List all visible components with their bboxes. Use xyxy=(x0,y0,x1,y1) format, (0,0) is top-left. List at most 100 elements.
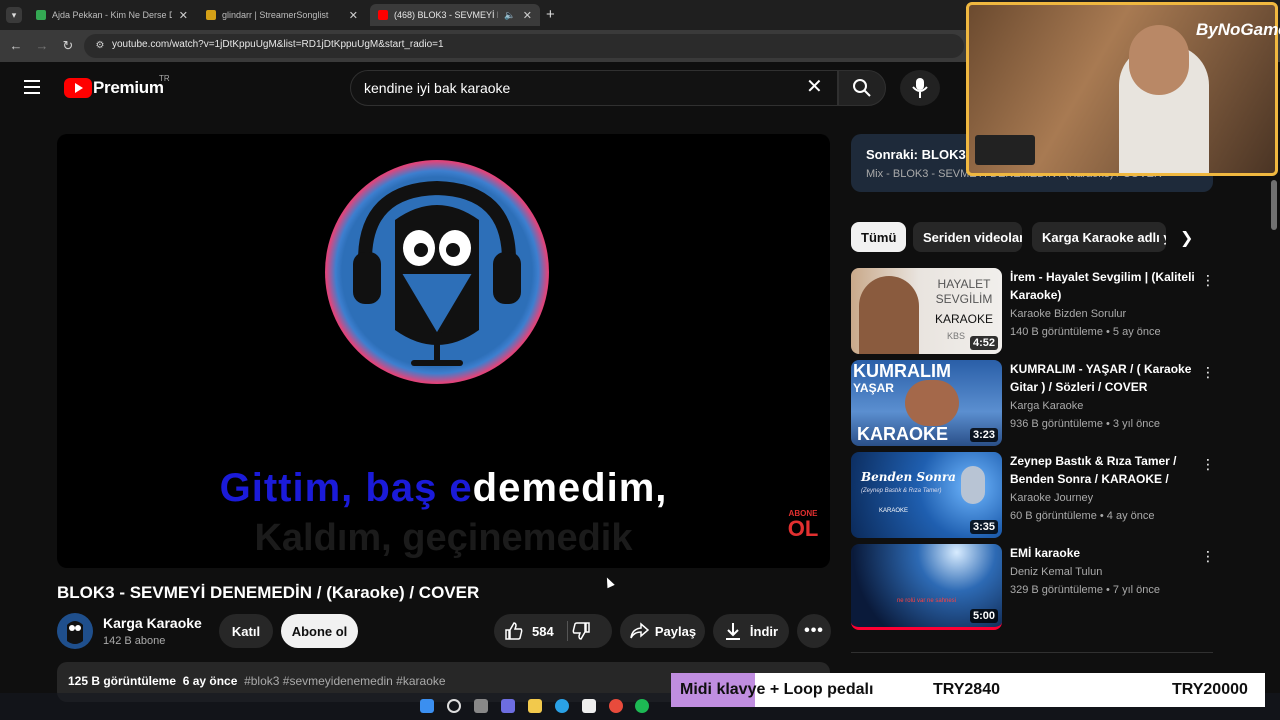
thumb-text-1: Benden Sonra xyxy=(861,470,956,484)
singer-photo xyxy=(905,380,959,426)
speaker-icon[interactable]: 🔈 xyxy=(504,10,515,21)
logo-text[interactable]: Premium xyxy=(93,78,164,98)
video-meta: 329 B görüntüleme • 7 yıl önce xyxy=(1010,584,1160,596)
chip-all[interactable]: Tümü xyxy=(851,222,906,252)
chevron-right-icon[interactable]: ❯ xyxy=(1180,228,1193,248)
close-tab-icon[interactable]: ✕ xyxy=(179,9,188,22)
task-view-icon[interactable] xyxy=(474,699,488,713)
store-icon[interactable] xyxy=(582,699,596,713)
search-button[interactable] xyxy=(838,70,886,106)
back-arrow-icon[interactable]: ← xyxy=(8,38,24,54)
tab-label: (468) BLOK3 - SEVMEYİ DENE xyxy=(394,10,498,20)
next-lyric: Kaldım, geçinemedik xyxy=(254,517,633,559)
mouse-cursor-icon xyxy=(603,575,615,589)
video-duration: 3:35 xyxy=(969,520,998,534)
chip-series-videos[interactable]: Seriden videolar xyxy=(913,222,1022,252)
video-thumbnail[interactable]: Benden Sonra (Zeynep Bastık & Rıza Tamer… xyxy=(851,452,1002,538)
windows-start-icon[interactable] xyxy=(420,699,434,713)
streamer-brand: ByNoGame xyxy=(1196,20,1280,39)
more-vertical-icon[interactable]: ⋮ xyxy=(1201,272,1215,289)
thumb-text-3: KARAOKE xyxy=(879,508,909,514)
up-next-title[interactable]: Sonraki: BLOK3 - xyxy=(866,147,974,162)
channel-name[interactable]: Karaoke Bizden Sorulur xyxy=(1010,308,1126,320)
dislike-icon[interactable] xyxy=(571,621,591,641)
thumb-text-3: KARAOKE xyxy=(857,424,949,444)
more-actions-button[interactable]: ••• xyxy=(797,614,831,648)
thumb-text-3: KARAOKE xyxy=(934,312,994,326)
hashtags[interactable]: #blok3 #sevmeyidenemedin #karaoke xyxy=(244,674,445,688)
video-thumbnail[interactable]: HAYALET SEVGİLİM KARAOKE KBS 4:52 xyxy=(851,268,1002,354)
edge-icon[interactable] xyxy=(555,699,569,713)
search-query[interactable]: kendine iyi bak karaoke xyxy=(364,80,510,96)
tab-ajda-pekkan[interactable]: Ajda Pekkan - Kim Ne Derse Desin ✕ xyxy=(28,4,196,26)
close-tab-icon[interactable]: ✕ xyxy=(523,9,532,22)
crow-avatar-icon xyxy=(67,621,83,644)
video-duration: 3:23 xyxy=(969,428,998,442)
recommendation-item[interactable]: HAYALET SEVGİLİM KARAOKE KBS 4:52 İrem -… xyxy=(851,268,1221,354)
microphone-icon xyxy=(912,78,928,98)
video-thumbnail[interactable]: ne rolü var ne sahnesi 5:00 xyxy=(851,544,1002,630)
thumb-text-2: SEVGİLİM xyxy=(935,292,993,306)
more-vertical-icon[interactable]: ⋮ xyxy=(1201,456,1215,473)
thumb-text-4: KBS xyxy=(947,331,966,341)
channel-name[interactable]: Karga Karaoke xyxy=(1010,400,1083,412)
close-tab-icon[interactable]: ✕ xyxy=(349,9,358,22)
chip-channel-videos[interactable]: Karga Karaoke adlı yü xyxy=(1032,222,1166,252)
download-icon xyxy=(725,623,740,640)
tab-streamer-songlist[interactable]: glindarr | StreamerSonglist ✕ xyxy=(198,4,366,26)
join-button[interactable]: Katıl xyxy=(219,614,273,648)
menu-icon[interactable] xyxy=(24,80,40,94)
copilot-icon[interactable] xyxy=(501,699,515,713)
like-icon[interactable] xyxy=(504,621,524,641)
video-title[interactable]: EMİ karaoke xyxy=(1010,544,1200,562)
thumb-text-1: HAYALET xyxy=(937,277,991,291)
url-text[interactable]: youtube.com/watch?v=1jDtKppuUgM&list=RD1… xyxy=(112,39,444,50)
subscribe-button[interactable]: Abone ol xyxy=(281,614,358,648)
goal-current: TRY2840 xyxy=(933,681,1000,698)
share-button[interactable]: Paylaş xyxy=(620,614,705,648)
like-count[interactable]: 584 xyxy=(532,624,554,639)
video-thumbnail[interactable]: KUMRALIM YAŞAR KARAOKE 3:23 xyxy=(851,360,1002,446)
tab-list-dropdown-icon[interactable]: ▾ xyxy=(6,7,22,23)
channel-avatar[interactable] xyxy=(57,613,93,649)
view-count: 125 B görüntüleme xyxy=(68,674,177,688)
video-title[interactable]: KUMRALIM - YAŞAR / ( Karaoke Gitar ) / S… xyxy=(1010,360,1200,396)
tab-label: glindarr | StreamerSonglist xyxy=(222,10,329,20)
chrome-icon[interactable] xyxy=(609,699,623,713)
recommendation-item[interactable]: KUMRALIM YAŞAR KARAOKE 3:23 KUMRALIM - Y… xyxy=(851,360,1221,446)
favicon-icon xyxy=(36,10,46,20)
search-icon[interactable] xyxy=(447,699,461,713)
tab-label: Ajda Pekkan - Kim Ne Derse Desin xyxy=(52,10,172,20)
site-info-icon[interactable]: ⚙ xyxy=(92,38,108,54)
file-explorer-icon[interactable] xyxy=(528,699,542,713)
thumb-text-2: (Zeynep Bastık & Rıza Tamer) xyxy=(861,488,942,494)
share-label: Paylaş xyxy=(654,623,697,639)
channel-name[interactable]: Karga Karaoke xyxy=(103,615,202,631)
spotify-icon[interactable] xyxy=(635,699,649,713)
subscribe-watermark: ABONE OL xyxy=(783,510,823,540)
scrollbar[interactable] xyxy=(1271,180,1277,230)
recommendation-item[interactable]: ne rolü var ne sahnesi 5:00 EMİ karaoke … xyxy=(851,544,1221,630)
more-vertical-icon[interactable]: ⋮ xyxy=(1201,548,1215,565)
video-player[interactable]: Gittim, baş edemedim, Kaldım, geçinemedi… xyxy=(57,134,830,568)
more-vertical-icon[interactable]: ⋮ xyxy=(1201,364,1215,381)
voice-search-button[interactable] xyxy=(900,70,940,106)
tab-youtube-active[interactable]: (468) BLOK3 - SEVMEYİ DENE 🔈 ✕ xyxy=(370,4,540,26)
channel-name[interactable]: Deniz Kemal Tulun xyxy=(1010,566,1102,578)
reload-icon[interactable]: ↻ xyxy=(60,38,76,54)
video-title[interactable]: İrem - Hayalet Sevgilim | (Kaliteli Kara… xyxy=(1010,268,1200,304)
youtube-logo-icon[interactable] xyxy=(64,78,92,98)
recommendation-item[interactable]: Benden Sonra (Zeynep Bastık & Rıza Tamer… xyxy=(851,452,1221,538)
channel-name[interactable]: Karaoke Journey xyxy=(1010,492,1093,504)
karga-karaoke-logo xyxy=(325,160,549,384)
forward-arrow-icon[interactable]: → xyxy=(34,38,50,54)
clear-search-icon[interactable]: ✕ xyxy=(806,76,823,98)
share-icon xyxy=(630,622,649,639)
like-divider xyxy=(567,621,568,641)
download-button[interactable]: İndir xyxy=(713,614,789,648)
download-label: İndir xyxy=(749,623,779,639)
microphone-icon xyxy=(961,466,985,504)
more-horizontal-icon: ••• xyxy=(804,622,824,639)
new-tab-button[interactable]: + xyxy=(546,6,555,23)
video-title[interactable]: Zeynep Bastık & Rıza Tamer / Benden Sonr… xyxy=(1010,452,1200,488)
